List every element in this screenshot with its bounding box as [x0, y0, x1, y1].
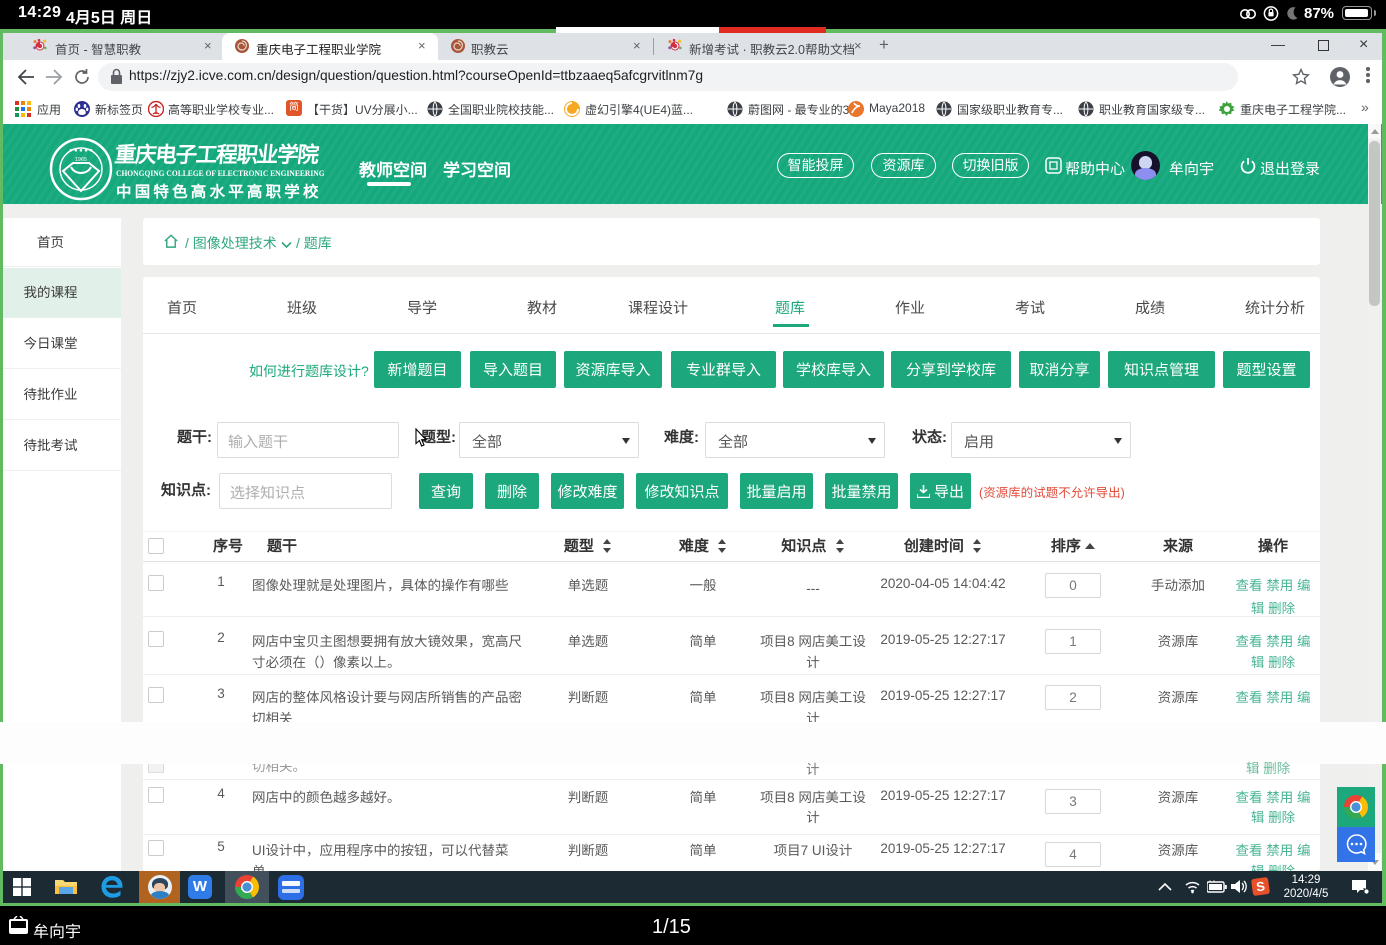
- svg-text:1965: 1965: [75, 157, 87, 163]
- svg-text:● ● ● ● ●: ● ● ● ● ●: [69, 148, 93, 154]
